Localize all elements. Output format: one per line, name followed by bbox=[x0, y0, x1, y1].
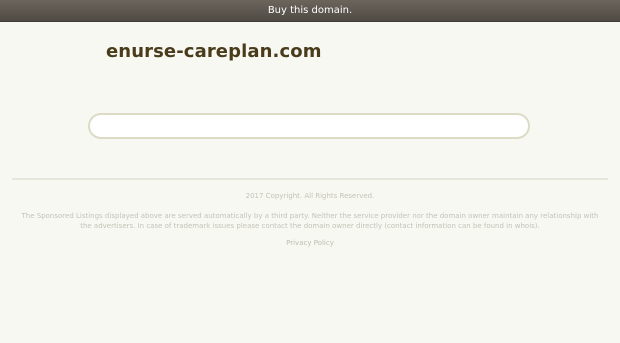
domain-title: enurse-careplan.com bbox=[106, 41, 322, 62]
privacy-policy-link[interactable]: Privacy Policy bbox=[286, 238, 334, 248]
top-bar: Buy this domain. bbox=[0, 0, 620, 22]
search-input[interactable] bbox=[88, 113, 530, 139]
copyright-text: 2017 Copyright. All Rights Reserved. bbox=[245, 192, 375, 200]
disclaimer-text: The Sponsored Listings displayed above a… bbox=[21, 212, 599, 230]
buy-domain-link[interactable]: Buy this domain. bbox=[268, 5, 352, 16]
footer: 2017 Copyright. All Rights Reserved. The… bbox=[16, 191, 604, 248]
divider bbox=[12, 178, 608, 180]
